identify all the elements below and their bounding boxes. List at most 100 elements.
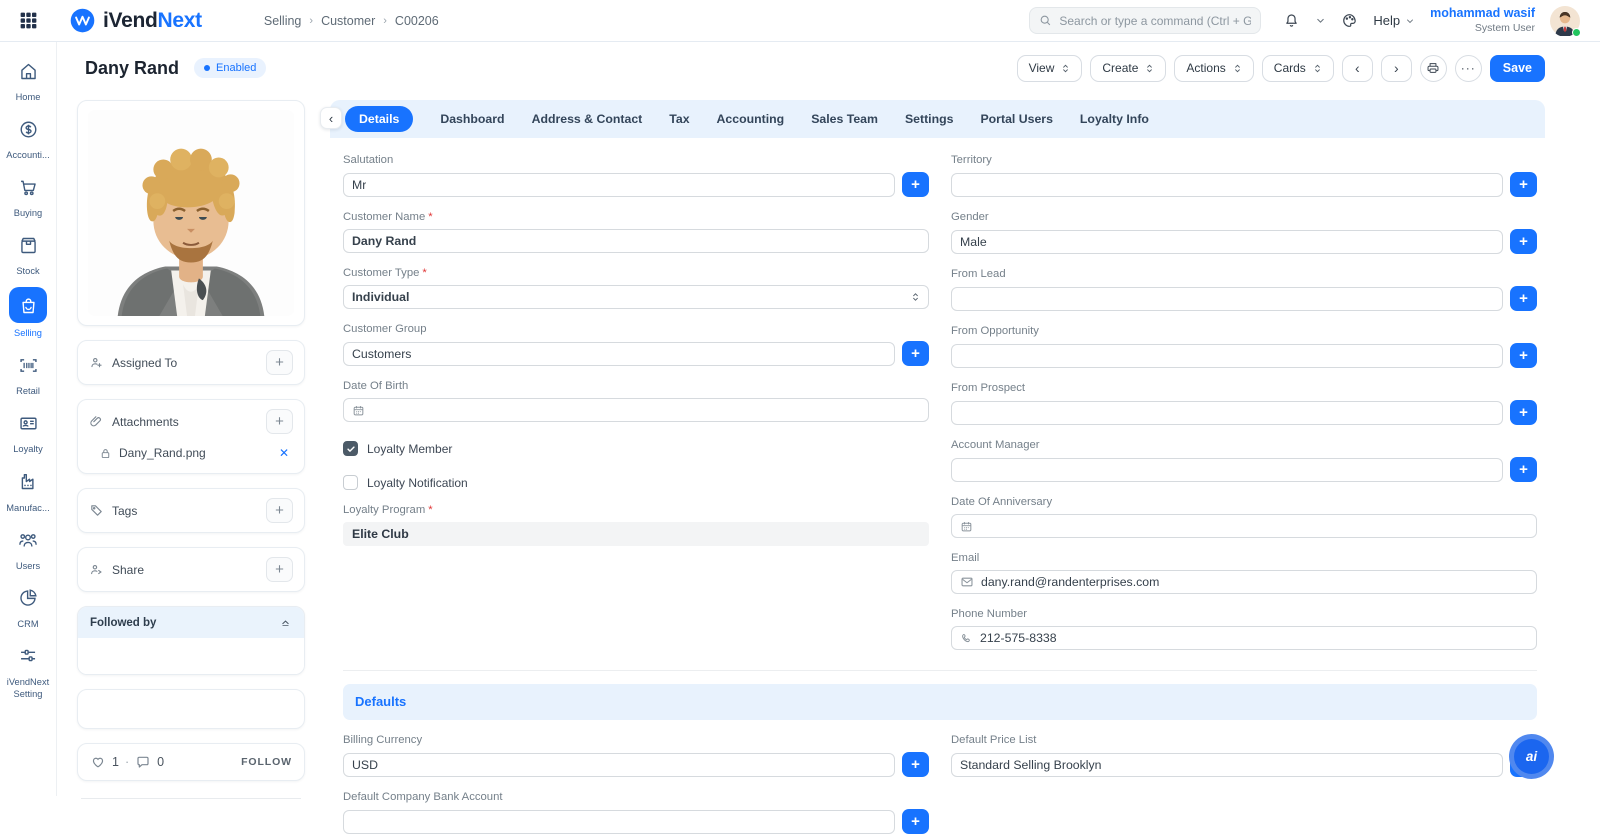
attachments-card: Attachments + Dany_Rand.png ✕ bbox=[77, 399, 305, 474]
attachment-item[interactable]: Dany_Rand.png ✕ bbox=[99, 446, 293, 460]
theme-palette-icon[interactable] bbox=[1341, 12, 1358, 29]
print-button[interactable] bbox=[1420, 55, 1447, 82]
ai-assistant-button[interactable]: ai bbox=[1509, 734, 1554, 779]
add-account-manager-button[interactable]: + bbox=[1510, 457, 1537, 482]
sidebar-item-selling[interactable]: Selling bbox=[0, 287, 56, 339]
remove-attachment-icon[interactable]: ✕ bbox=[279, 446, 289, 460]
gender-input[interactable]: Male bbox=[951, 230, 1503, 254]
previous-record-button[interactable]: ‹ bbox=[1342, 55, 1373, 82]
brand-logo[interactable]: iVendNext bbox=[69, 7, 202, 34]
sidebar-item-manufacturing[interactable]: Manufac... bbox=[0, 466, 56, 514]
create-button[interactable]: Create bbox=[1090, 55, 1166, 82]
more-options-button[interactable]: ··· bbox=[1455, 55, 1482, 82]
sidebar-item-buying[interactable]: Buying bbox=[0, 171, 56, 219]
add-assignment-button[interactable]: + bbox=[266, 350, 293, 375]
salutation-input[interactable]: Mr bbox=[343, 173, 895, 197]
default-company-bank-account-input[interactable] bbox=[343, 810, 895, 834]
sidebar-item-home[interactable]: Home bbox=[0, 55, 56, 103]
attachment-filename[interactable]: Dany_Rand.png bbox=[119, 446, 206, 460]
plus-icon: + bbox=[1519, 461, 1528, 478]
help-menu[interactable]: Help bbox=[1373, 13, 1415, 28]
date-of-birth-input[interactable] bbox=[343, 398, 929, 422]
phone-number-input[interactable]: 212-575-8338 bbox=[951, 626, 1537, 650]
territory-input[interactable] bbox=[951, 173, 1503, 197]
notifications-bell-icon[interactable] bbox=[1283, 12, 1300, 29]
search-input[interactable] bbox=[1059, 14, 1251, 28]
plus-icon: + bbox=[1519, 404, 1528, 421]
collapse-sidebar-button[interactable]: ‹ bbox=[320, 107, 342, 129]
tab-loyalty-info[interactable]: Loyalty Info bbox=[1080, 112, 1149, 126]
tab-settings[interactable]: Settings bbox=[905, 112, 954, 126]
breadcrumb-customer[interactable]: Customer bbox=[321, 14, 375, 28]
next-record-button[interactable]: › bbox=[1381, 55, 1412, 82]
account-manager-input[interactable] bbox=[951, 458, 1503, 482]
comment-box[interactable] bbox=[77, 689, 305, 729]
billing-currency-input[interactable]: USD bbox=[343, 753, 895, 777]
tab-portal-users[interactable]: Portal Users bbox=[980, 112, 1052, 126]
followed-by-list bbox=[78, 638, 304, 674]
user-avatar[interactable] bbox=[1550, 6, 1580, 36]
add-attachment-button[interactable]: + bbox=[266, 409, 293, 434]
save-button[interactable]: Save bbox=[1490, 55, 1545, 82]
from-lead-input[interactable] bbox=[951, 287, 1503, 311]
tab-dashboard[interactable]: Dashboard bbox=[440, 112, 504, 126]
breadcrumb-record-id[interactable]: C00206 bbox=[395, 14, 439, 28]
add-from-prospect-button[interactable]: + bbox=[1510, 400, 1537, 425]
tab-sales-team[interactable]: Sales Team bbox=[811, 112, 878, 126]
view-button[interactable]: View bbox=[1017, 55, 1083, 82]
defaults-column-left: Billing Currency USD + Default Company B… bbox=[343, 720, 929, 834]
follow-button[interactable]: FOLLOW bbox=[241, 756, 292, 768]
notifications-chevron-down-icon[interactable] bbox=[1315, 15, 1326, 26]
like-count: 1 bbox=[112, 755, 119, 769]
customer-name-input[interactable]: Dany Rand bbox=[343, 229, 929, 253]
customer-type-select[interactable]: Individual bbox=[343, 285, 929, 309]
sidebar-item-accounting[interactable]: Accounti... bbox=[0, 113, 56, 161]
add-salutation-button[interactable]: + bbox=[902, 172, 929, 197]
sidebar-item-stock[interactable]: Stock bbox=[0, 229, 56, 277]
sidebar-item-loyalty[interactable]: Loyalty bbox=[0, 407, 56, 455]
global-search[interactable] bbox=[1029, 7, 1261, 34]
collapse-chevron-up-icon[interactable] bbox=[279, 616, 292, 629]
add-gender-button[interactable]: + bbox=[1510, 229, 1537, 254]
sidebar-item-ivendnext-setting[interactable]: iVendNext Setting bbox=[0, 640, 56, 700]
tab-accounting[interactable]: Accounting bbox=[717, 112, 785, 126]
email-input[interactable]: dany.rand@randenterprises.com bbox=[951, 570, 1537, 594]
tab-details[interactable]: Details bbox=[345, 106, 413, 132]
date-of-anniversary-input[interactable] bbox=[951, 514, 1537, 538]
field-from-prospect: From Prospect + bbox=[951, 382, 1537, 425]
brand-name: iVendNext bbox=[103, 9, 202, 33]
add-share-button[interactable]: + bbox=[266, 557, 293, 582]
user-menu[interactable]: mohammad wasif System User bbox=[1430, 6, 1535, 35]
loyalty-member-checkbox[interactable]: Loyalty Member bbox=[343, 441, 929, 456]
tab-address-contact[interactable]: Address & Contact bbox=[532, 112, 643, 126]
breadcrumb-selling[interactable]: Selling bbox=[264, 14, 302, 28]
tab-tax[interactable]: Tax bbox=[669, 112, 689, 126]
customer-group-input[interactable]: Customers bbox=[343, 342, 895, 366]
field-default-price-list: Default Price List Standard Selling Broo… bbox=[951, 734, 1537, 777]
from-opportunity-input[interactable] bbox=[951, 344, 1503, 368]
actions-button[interactable]: Actions bbox=[1174, 55, 1253, 82]
defaults-section-header[interactable]: Defaults bbox=[343, 684, 1537, 720]
loyalty-notification-checkbox[interactable]: Loyalty Notification bbox=[343, 475, 929, 490]
sort-chevrons-icon bbox=[1061, 63, 1070, 74]
add-customer-group-button[interactable]: + bbox=[902, 341, 929, 366]
add-tag-button[interactable]: + bbox=[266, 498, 293, 523]
add-territory-button[interactable]: + bbox=[1510, 172, 1537, 197]
heart-icon[interactable] bbox=[90, 754, 106, 770]
comment-bubble-icon[interactable] bbox=[135, 754, 151, 770]
cards-button[interactable]: Cards bbox=[1262, 55, 1334, 82]
add-bank-account-button[interactable]: + bbox=[902, 809, 929, 834]
sidebar-item-crm[interactable]: CRM bbox=[0, 582, 56, 630]
add-from-opportunity-button[interactable]: + bbox=[1510, 343, 1537, 368]
app-grid-icon[interactable] bbox=[18, 10, 39, 31]
from-prospect-input[interactable] bbox=[951, 401, 1503, 425]
add-from-lead-button[interactable]: + bbox=[1510, 286, 1537, 311]
followed-by-header[interactable]: Followed by bbox=[78, 607, 304, 638]
brand-mark-icon bbox=[69, 7, 96, 34]
field-date-of-anniversary: Date Of Anniversary bbox=[951, 496, 1537, 538]
app-sidebar: Home Accounti... Buying Stock Selling Re… bbox=[0, 42, 57, 796]
sidebar-item-users[interactable]: Users bbox=[0, 524, 56, 572]
sidebar-item-retail[interactable]: Retail bbox=[0, 349, 56, 397]
add-billing-currency-button[interactable]: + bbox=[902, 752, 929, 777]
default-price-list-input[interactable]: Standard Selling Brooklyn bbox=[951, 753, 1503, 777]
